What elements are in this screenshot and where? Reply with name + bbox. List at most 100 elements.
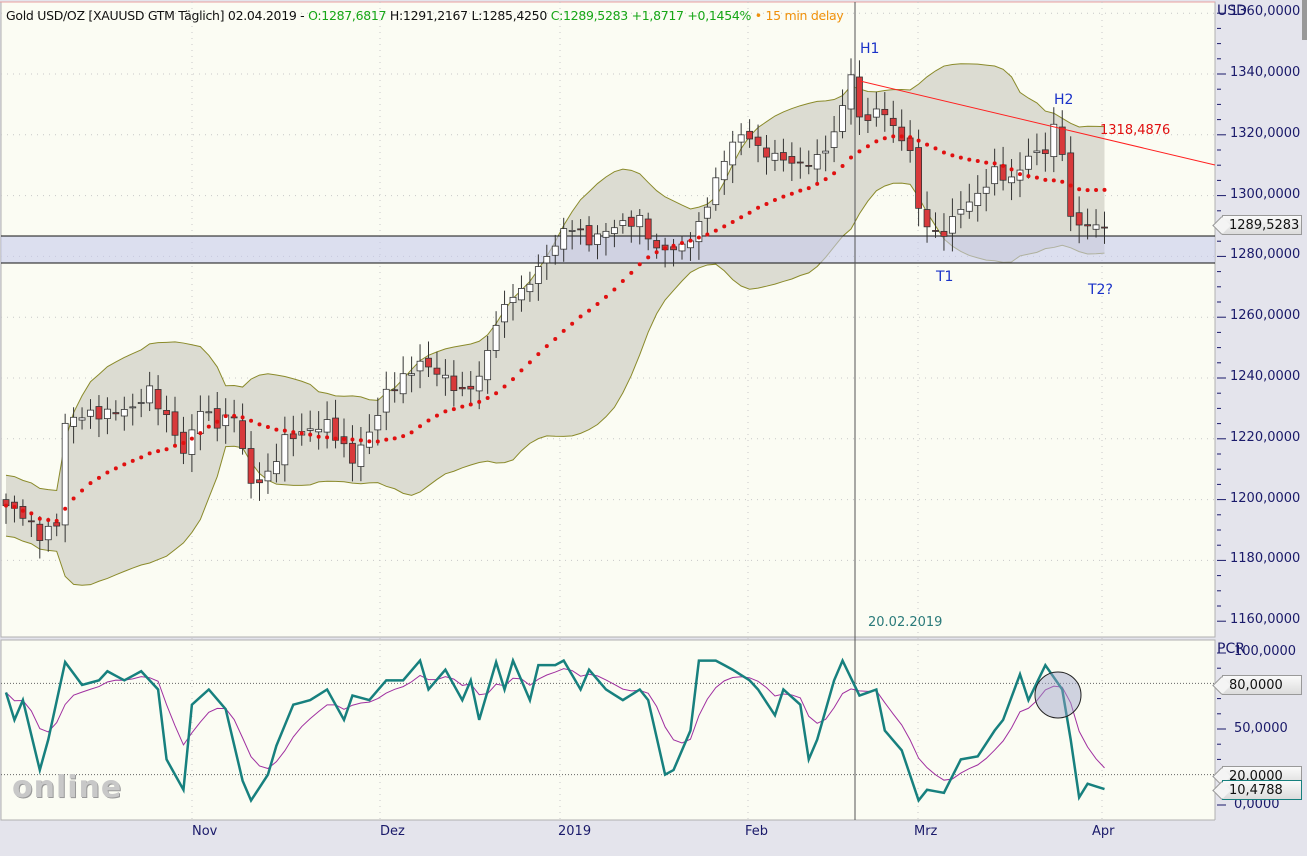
sma-dot bbox=[798, 188, 803, 193]
sma-dot bbox=[443, 409, 448, 414]
candle-body bbox=[27, 520, 35, 523]
pcr-current-tag: 10,4788 bbox=[1222, 780, 1302, 800]
support-zone bbox=[1, 236, 1215, 263]
sma-dot bbox=[249, 418, 254, 423]
candle-body bbox=[872, 108, 880, 118]
sma-dot bbox=[451, 407, 456, 412]
sma-dot bbox=[358, 438, 363, 443]
sma-dot bbox=[71, 496, 76, 501]
candle-body bbox=[560, 228, 568, 250]
month-apr: Apr bbox=[1092, 824, 1115, 839]
sma-dot bbox=[375, 439, 380, 444]
crosshair-date: 20.02.2019 bbox=[868, 615, 943, 630]
sma-dot bbox=[232, 413, 237, 418]
candle-body bbox=[1041, 149, 1049, 154]
sma-dot bbox=[1077, 187, 1082, 192]
month-mrz: Mrz bbox=[914, 824, 938, 839]
candle-body bbox=[188, 429, 196, 455]
price-tick-label: 1180,0000 bbox=[1230, 551, 1301, 567]
scrollbar[interactable] bbox=[1302, 0, 1307, 40]
sma-dot bbox=[113, 466, 118, 471]
sma-dot bbox=[722, 224, 727, 229]
sma-dot bbox=[392, 436, 397, 441]
candle-body bbox=[813, 154, 821, 170]
candle-body bbox=[763, 147, 770, 158]
candle-body bbox=[568, 230, 576, 232]
high-value: H:1291,2167 bbox=[389, 8, 468, 23]
candle-body bbox=[1033, 150, 1041, 153]
sma-dot bbox=[671, 243, 676, 248]
candle-body bbox=[796, 161, 804, 164]
candle-body bbox=[898, 126, 906, 142]
sma-dot bbox=[316, 434, 321, 439]
sma-dot bbox=[409, 430, 414, 435]
candle-body bbox=[281, 434, 289, 466]
candle-body bbox=[712, 177, 720, 206]
sma-dot bbox=[494, 391, 499, 396]
candle-body bbox=[441, 374, 449, 379]
sma-dot bbox=[587, 308, 592, 313]
month-2019: 2019 bbox=[558, 824, 592, 839]
candle-body bbox=[932, 230, 939, 232]
candle-body bbox=[602, 230, 610, 238]
sma-dot bbox=[426, 418, 431, 423]
sma-dot bbox=[1026, 174, 1031, 179]
candle-body bbox=[315, 428, 323, 433]
current-price-tag: 1289,5283 bbox=[1222, 215, 1302, 235]
candle-body bbox=[585, 225, 593, 246]
sma-dot bbox=[561, 328, 566, 333]
candle-body bbox=[949, 216, 956, 234]
month-dez: Dez bbox=[380, 824, 405, 839]
candle-body bbox=[264, 470, 272, 482]
sma-dot bbox=[950, 153, 955, 158]
label-h2: H2 bbox=[1054, 92, 1074, 108]
sma-dot bbox=[865, 144, 870, 149]
delay-notice: • 15 min delay bbox=[754, 8, 844, 23]
sma-dot bbox=[705, 232, 710, 237]
sma-dot bbox=[156, 449, 161, 454]
candle-body bbox=[754, 136, 762, 146]
candle-body bbox=[137, 402, 145, 404]
sma-dot bbox=[696, 235, 701, 240]
sma-dot bbox=[536, 352, 541, 357]
candle-body bbox=[543, 256, 551, 264]
sma-dot bbox=[815, 181, 820, 186]
sma-dot bbox=[342, 437, 346, 442]
sma-dot bbox=[96, 475, 101, 480]
pcr-tick-50: 50,0000 bbox=[1234, 721, 1288, 736]
candle-body bbox=[982, 186, 990, 194]
low-value: L:1285,4250 bbox=[471, 8, 548, 23]
candle-body bbox=[154, 389, 162, 410]
candle-body bbox=[653, 240, 661, 249]
sma-dot bbox=[975, 158, 980, 163]
sma-dot bbox=[730, 220, 735, 225]
sma-dot bbox=[620, 279, 625, 284]
sma-dot bbox=[4, 503, 8, 508]
price-tick-label: 1280,0000 bbox=[1230, 247, 1301, 263]
candle-body bbox=[171, 411, 179, 436]
candle-body bbox=[196, 411, 204, 434]
sma-dot bbox=[206, 424, 211, 429]
sma-dot bbox=[739, 215, 744, 220]
sma-dot bbox=[1085, 188, 1090, 193]
sma-dot bbox=[1018, 172, 1022, 177]
price-tick-label: 1320,0000 bbox=[1230, 125, 1301, 141]
sma-dot bbox=[595, 302, 600, 307]
candle-body bbox=[129, 406, 137, 409]
candle-body bbox=[78, 417, 86, 421]
candle-body bbox=[205, 411, 213, 414]
candle-body bbox=[36, 523, 44, 541]
candle-body bbox=[551, 245, 559, 256]
candle-body bbox=[272, 461, 280, 475]
sma-dot bbox=[468, 402, 473, 407]
sma-dot bbox=[88, 481, 93, 486]
sma-dot bbox=[1060, 179, 1065, 184]
price-tick-label: 1360,0000 bbox=[1230, 4, 1301, 20]
candle-body bbox=[906, 137, 914, 151]
label-t2: T2? bbox=[1088, 282, 1113, 298]
candle-body bbox=[534, 266, 542, 284]
sma-dot bbox=[553, 336, 558, 341]
chart-window: Gold USD/OZ [XAUUSD GTM Täglich] 02.04.2… bbox=[0, 0, 1307, 852]
candle-body bbox=[70, 416, 77, 427]
sma-dot bbox=[477, 399, 482, 404]
